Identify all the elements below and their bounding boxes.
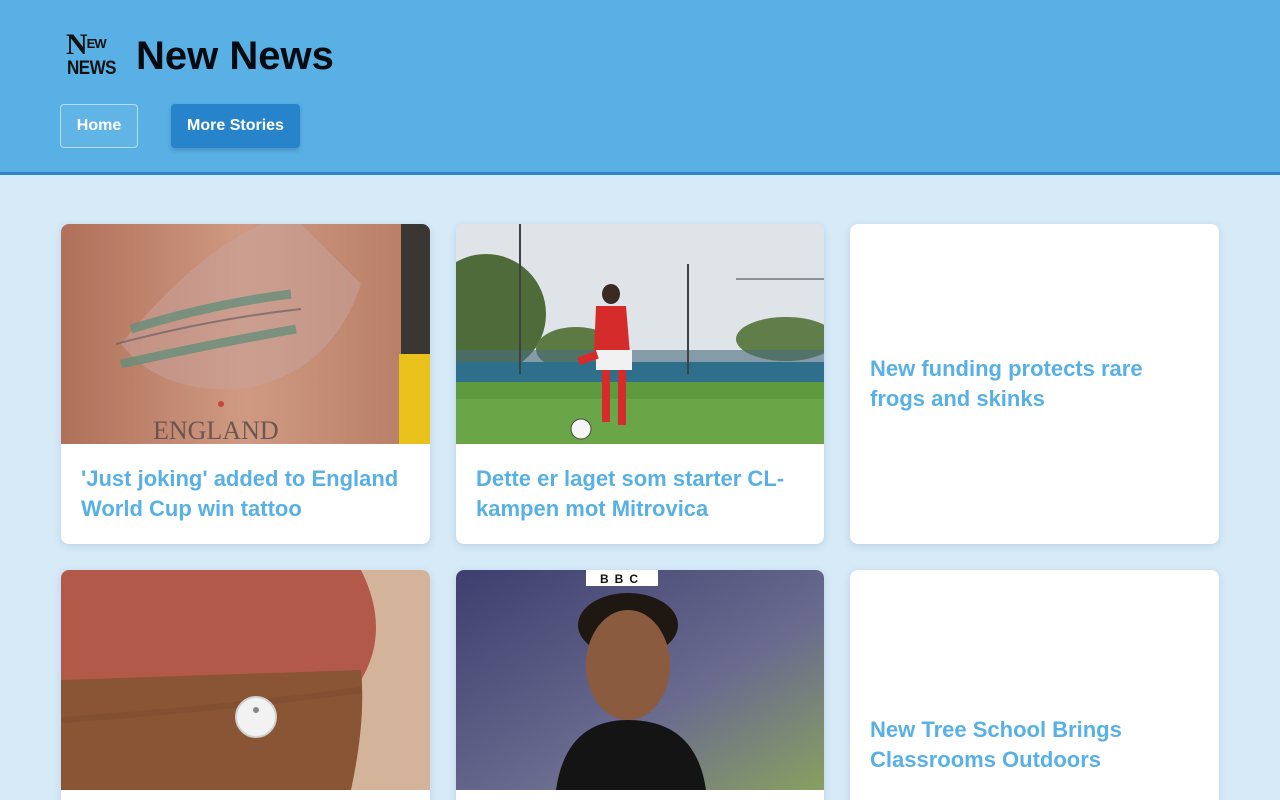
story-card[interactable]: New funding protects rare frogs and skin… — [850, 224, 1219, 544]
site-logo[interactable]: NEW NEWS — [66, 28, 117, 79]
story-card[interactable]: ENGLAND 'Just joking' added to England W… — [61, 224, 430, 544]
story-headline[interactable]: 'Just joking' added to England World Cup… — [81, 464, 412, 524]
story-card[interactable]: Dette er laget som starter CL-kampen mot… — [456, 224, 824, 544]
story-image-glucose-sensor[interactable] — [61, 570, 430, 790]
more-stories-nav-button[interactable]: More Stories — [171, 104, 300, 148]
story-image-footballer[interactable] — [456, 224, 824, 444]
site-header: NEW NEWS New News Home More Stories — [0, 0, 1280, 175]
story-headline[interactable]: New funding protects rare frogs and skin… — [870, 354, 1201, 414]
story-image-manager[interactable]: BBC — [456, 570, 824, 790]
story-card[interactable]: New Tree School Brings Classrooms Outdoo… — [850, 570, 1219, 800]
logo-line2: NEWS — [67, 56, 117, 79]
story-card[interactable]: BBC — [456, 570, 824, 800]
story-headline[interactable]: Dette er laget som starter CL-kampen mot… — [476, 464, 806, 524]
brand: NEW NEWS — [66, 28, 117, 79]
home-nav-button[interactable]: Home — [60, 104, 138, 148]
site-title: New News — [136, 34, 334, 78]
story-card[interactable] — [61, 570, 430, 800]
bbc-logo: BBC — [600, 572, 644, 586]
story-headline[interactable]: New Tree School Brings Classrooms Outdoo… — [870, 715, 1201, 775]
story-image-tattoo[interactable]: ENGLAND — [61, 224, 430, 444]
tattoo-text: ENGLAND — [153, 416, 279, 444]
